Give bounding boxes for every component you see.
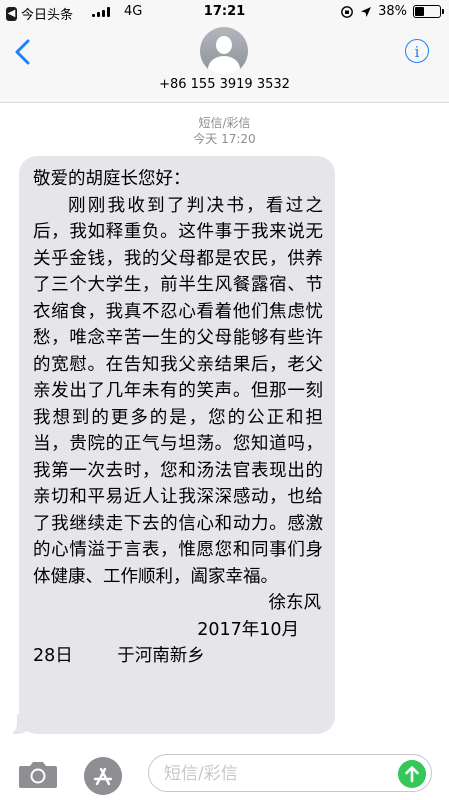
camera-icon[interactable]	[18, 759, 58, 789]
message-greeting: 敬爱的胡庭长您好：	[33, 169, 191, 189]
message-date-place: 28日 于河南新乡	[33, 646, 205, 666]
message-signature: 徐东风	[268, 593, 322, 613]
send-arrow-icon[interactable]	[398, 760, 426, 788]
message-date: 2017年10月	[197, 619, 299, 640]
contact-avatar[interactable]	[200, 27, 248, 75]
message-body: 刚刚我收到了判决书，看过之后，我如释重负。这件事于我来说无关乎金钱，我的父母都是…	[33, 195, 323, 587]
composer-bar	[0, 745, 449, 800]
contact-number[interactable]: +86 155 3919 3532	[0, 77, 449, 92]
status-bar: ◀ 今日头条 4G 17:21 38%	[0, 0, 449, 24]
conversation-header: +86 155 3919 3532 i	[0, 24, 449, 103]
received-message-bubble[interactable]: 敬爱的胡庭长您好： 刚刚我收到了判决书，看过之后，我如释重负。这件事于我来说无关…	[5, 156, 335, 734]
battery-icon	[413, 5, 444, 18]
back-chevron-icon[interactable]	[12, 38, 34, 66]
message-input-field[interactable]	[148, 754, 432, 792]
info-icon[interactable]: i	[405, 39, 429, 63]
app-store-icon[interactable]	[84, 757, 122, 795]
location-icon	[361, 6, 372, 17]
message-input[interactable]	[162, 763, 396, 785]
message-type-label: 短信/彩信	[198, 116, 251, 130]
message-timestamp: 今天 17:20	[193, 132, 256, 146]
rotation-lock-icon	[341, 5, 353, 18]
battery-percent: 38%	[378, 4, 407, 19]
